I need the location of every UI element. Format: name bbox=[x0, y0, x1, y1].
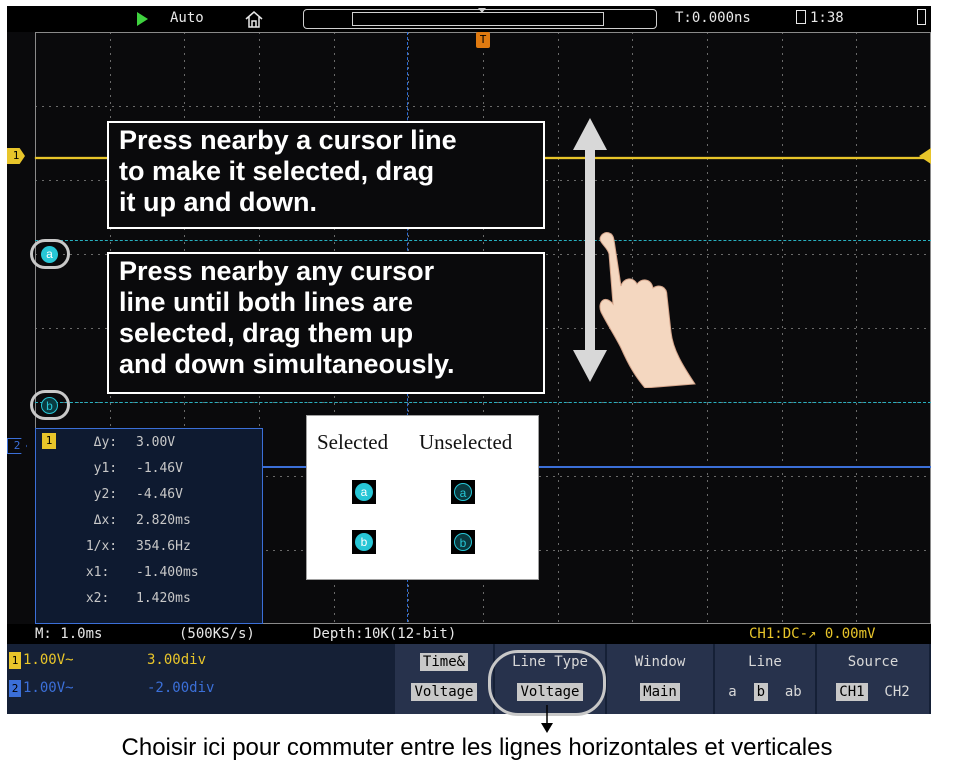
sample-rate-readout: (500KS/s) bbox=[179, 626, 255, 642]
memory-depth-bar[interactable] bbox=[303, 8, 657, 29]
cursor-b-handle[interactable]: b bbox=[30, 390, 70, 420]
source-option-ch2[interactable]: CH2 bbox=[884, 684, 909, 700]
measurement-label: y2: bbox=[78, 487, 118, 502]
line-option-ab[interactable]: ab bbox=[785, 684, 802, 700]
time-voltage-value: Voltage bbox=[411, 683, 477, 701]
measurement-value: 354.6Hz bbox=[136, 539, 191, 554]
hand-pointer-icon bbox=[599, 232, 696, 388]
ch1-badge: 1 bbox=[9, 652, 21, 669]
record-depth-readout[interactable]: Depth:10K(12-bit) bbox=[313, 626, 456, 642]
lock-icon bbox=[796, 10, 806, 24]
trigger-status-readout[interactable]: CH1:DC-↗ 0.00mV bbox=[749, 626, 875, 642]
measurement-label: x1: bbox=[78, 565, 110, 580]
ch2-scale: 1.00V~ bbox=[23, 680, 74, 696]
ch2-badge: 2 bbox=[9, 680, 21, 697]
caption-text: Choisir ici pour commuter entre les lign… bbox=[121, 734, 833, 761]
measurement-row: y1: -1.46V bbox=[36, 461, 256, 481]
measurement-row: x2: 1.420ms bbox=[36, 591, 256, 611]
ch1-scale: 1.00V~ bbox=[23, 652, 74, 668]
source-option-ch1[interactable]: CH1 bbox=[836, 683, 868, 701]
measurement-value: -1.46V bbox=[136, 461, 183, 476]
source-title: Source bbox=[847, 654, 899, 670]
unselected-cursor-a-icon: a bbox=[451, 480, 475, 504]
trigger-time-marker[interactable]: T bbox=[476, 32, 490, 48]
ch1-offset-marker[interactable]: 1 bbox=[7, 148, 25, 164]
measurement-label: x2: bbox=[78, 591, 110, 606]
cursor-measurement-panel: 1 Δy: 3.00V y1: -1.46V y2: -4.46V Δx: 2.820m… bbox=[35, 428, 263, 624]
trigger-position-marker bbox=[478, 8, 486, 13]
timebase-readout[interactable]: M: 1.0ms bbox=[35, 626, 102, 642]
window-value: Main bbox=[640, 683, 680, 701]
instruction-both-cursors: Press nearby any cursor line until both … bbox=[107, 252, 545, 394]
cursor-state-legend: Selected Unselected a a b b bbox=[306, 415, 539, 580]
caption-pointer-arrow-icon bbox=[541, 705, 553, 733]
battery-icon bbox=[917, 9, 926, 25]
bottom-menu-bar: 1 1.00V~ 3.00div 2 1.00V~ -2.00div Time&… bbox=[7, 644, 931, 714]
cursor-a-handle[interactable]: a bbox=[30, 239, 70, 269]
ch1-info[interactable]: 1 1.00V~ 3.00div bbox=[7, 649, 387, 673]
measurement-row: y2: -4.46V bbox=[36, 487, 256, 507]
window-title: Window bbox=[634, 654, 686, 670]
line-title: Line bbox=[748, 654, 782, 670]
trigger-level-marker[interactable] bbox=[919, 148, 931, 164]
memory-view-window[interactable] bbox=[352, 12, 604, 26]
selected-cursor-a-icon: a bbox=[352, 480, 376, 504]
measurement-value: 2.820ms bbox=[136, 513, 191, 528]
instruction-single-cursor: Press nearby a cursor line to make it se… bbox=[107, 121, 545, 229]
measurement-label: Δx: bbox=[78, 513, 118, 528]
measurement-label: y1: bbox=[78, 461, 118, 476]
measurement-value: -4.46V bbox=[136, 487, 183, 502]
ch2-info[interactable]: 2 1.00V~ -2.00div bbox=[7, 677, 387, 701]
cursor-a-line[interactable] bbox=[35, 240, 931, 241]
line-option-b[interactable]: b bbox=[753, 683, 768, 701]
cursor-b-icon: b bbox=[41, 397, 58, 414]
cursor-a-icon: a bbox=[41, 246, 58, 263]
measurement-row: x1: -1.400ms bbox=[36, 565, 256, 585]
measurement-label: 1/x: bbox=[78, 539, 118, 554]
measurement-value: 3.00V bbox=[136, 435, 176, 450]
menu-window[interactable]: Window Main bbox=[607, 644, 713, 714]
selected-cursor-b-icon: b bbox=[352, 530, 376, 554]
ch2-cursor-offset: -2.00div bbox=[147, 680, 215, 696]
menu-line[interactable]: Line a b ab bbox=[715, 644, 815, 714]
line-option-a[interactable]: a bbox=[728, 684, 736, 700]
ch2-offset-marker[interactable]: 2 bbox=[7, 438, 27, 454]
measurement-value: 1.420ms bbox=[136, 591, 191, 606]
legend-selected-heading: Selected bbox=[317, 430, 389, 454]
cursor-b-line[interactable] bbox=[35, 402, 931, 403]
acquisition-status-line: M: 1.0ms (500KS/s) Depth:10K(12-bit) CH1… bbox=[7, 624, 931, 644]
measurement-row: Δy: 3.00V bbox=[36, 435, 256, 455]
oscilloscope-screen: Auto T:0.000ns 1:38 T 1 2 a b Press near… bbox=[7, 6, 931, 714]
home-icon[interactable] bbox=[244, 9, 264, 29]
measurement-row: Δx: 2.820ms bbox=[36, 513, 256, 533]
clock: 1:38 bbox=[810, 10, 844, 26]
horizontal-offset: T:0.000ns bbox=[675, 10, 751, 26]
trigger-mode-label[interactable]: Auto bbox=[170, 10, 204, 26]
top-status-bar: Auto T:0.000ns 1:38 bbox=[7, 6, 931, 32]
measurement-value: -1.400ms bbox=[136, 565, 199, 580]
measurement-row: 1/x: 354.6Hz bbox=[36, 539, 256, 559]
time-voltage-title: Time& bbox=[419, 653, 469, 671]
unselected-cursor-b-icon: b bbox=[451, 530, 475, 554]
legend-unselected-heading: Unselected bbox=[419, 430, 513, 454]
ch1-cursor-offset: 3.00div bbox=[147, 652, 207, 668]
menu-source[interactable]: Source CH1 CH2 bbox=[817, 644, 929, 714]
menu-time-voltage[interactable]: Time& Voltage bbox=[395, 644, 493, 714]
run-indicator-icon[interactable] bbox=[137, 12, 148, 26]
measurement-label: Δy: bbox=[78, 435, 118, 450]
